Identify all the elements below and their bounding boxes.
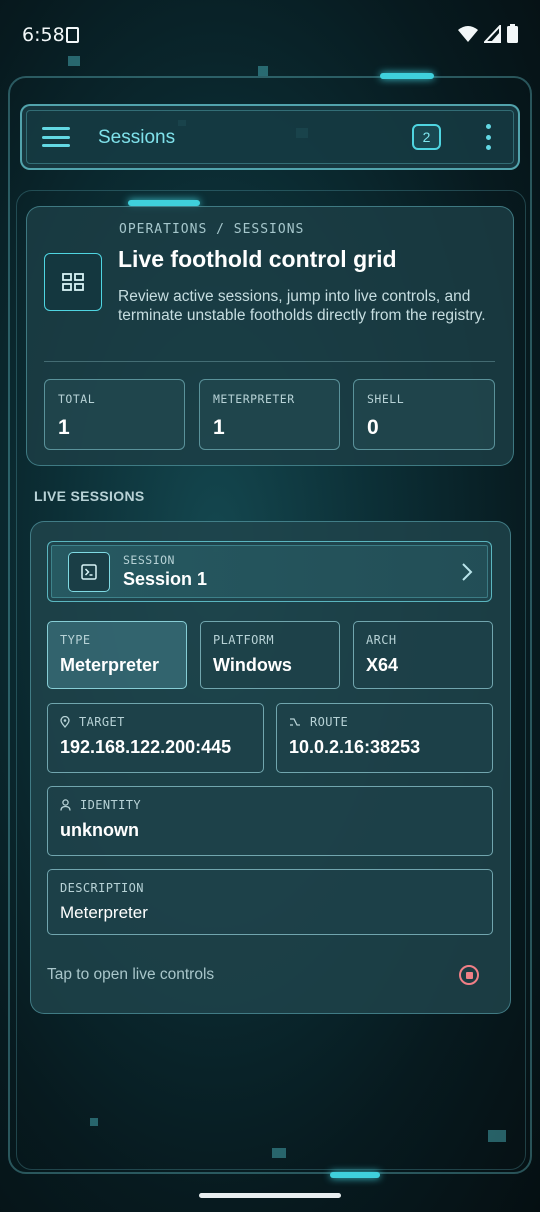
home-indicator[interactable] xyxy=(199,1193,341,1198)
stop-session-button[interactable] xyxy=(459,965,479,985)
frame-glow-accent xyxy=(330,1172,380,1178)
identity-label: IDENTITY xyxy=(80,798,141,812)
session-count-badge[interactable]: 2 xyxy=(412,124,441,150)
target-field: TARGET 192.168.122.200:445 xyxy=(47,703,264,773)
field-value: Meterpreter xyxy=(60,655,160,675)
identity-field: IDENTITY unknown xyxy=(47,786,493,856)
route-field: ROUTE 10.0.2.16:38253 xyxy=(276,703,493,773)
route-label: ROUTE xyxy=(310,715,349,729)
field-label: TARGET xyxy=(60,715,125,729)
stat-meterpreter: METERPRETER 1 xyxy=(199,379,340,450)
field-label: ROUTE xyxy=(289,715,348,729)
stop-icon xyxy=(465,971,473,979)
status-time: 6:58 xyxy=(22,24,65,46)
background-pixel xyxy=(488,1130,506,1142)
field-value: unknown xyxy=(60,820,139,840)
field-label: PLATFORM xyxy=(213,633,274,647)
field-value: Windows xyxy=(213,655,292,675)
stat-value: 1 xyxy=(213,416,225,439)
more-vert-icon[interactable] xyxy=(480,124,496,150)
stat-value: 1 xyxy=(58,416,70,439)
app-bar-title: Sessions xyxy=(98,127,176,148)
top-app-bar xyxy=(20,104,520,170)
field-label: DESCRIPTION xyxy=(60,881,144,895)
target-label: TARGET xyxy=(79,715,125,729)
sim-card-icon xyxy=(66,27,79,43)
status-bar: 6:58 xyxy=(0,0,540,70)
type-field: TYPE Meterpreter xyxy=(47,621,187,689)
section-label: LIVE SESSIONS xyxy=(34,488,145,504)
platform-field: PLATFORM Windows xyxy=(200,621,340,689)
page-description: Review active sessions, jump into live c… xyxy=(118,288,486,324)
field-value: 192.168.122.200:445 xyxy=(60,737,232,757)
open-controls-hint: Tap to open live controls xyxy=(47,966,215,983)
field-label: IDENTITY xyxy=(60,798,141,812)
location-pin-icon xyxy=(60,716,70,728)
battery-icon xyxy=(507,24,518,43)
stat-label: SHELL xyxy=(367,392,405,406)
hamburger-menu-icon[interactable] xyxy=(42,125,70,149)
page-title: Live foothold control grid xyxy=(118,246,397,272)
background-pixel xyxy=(90,1118,98,1126)
session-header[interactable] xyxy=(47,541,492,602)
terminal-icon xyxy=(68,552,110,592)
field-label: TYPE xyxy=(60,633,91,647)
field-value: X64 xyxy=(366,655,399,675)
stat-total: TOTAL 1 xyxy=(44,379,185,450)
session-name: Session 1 xyxy=(123,569,208,589)
wifi-icon xyxy=(458,25,478,42)
route-icon xyxy=(290,718,300,726)
background-pixel xyxy=(272,1148,286,1158)
breadcrumb: OPERATIONS / SESSIONS xyxy=(119,222,305,237)
arch-field: ARCH X64 xyxy=(353,621,493,689)
divider xyxy=(44,361,495,362)
chevron-right-icon[interactable] xyxy=(458,560,476,584)
stat-value: 0 xyxy=(367,416,379,439)
stat-label: METERPRETER xyxy=(213,392,295,406)
session-kicker: SESSION xyxy=(123,553,175,567)
stat-label: TOTAL xyxy=(58,392,96,406)
stat-shell: SHELL 0 xyxy=(353,379,495,450)
signal-icon xyxy=(484,24,501,43)
frame-glow-accent xyxy=(380,73,434,79)
field-label: ARCH xyxy=(366,633,397,647)
person-icon xyxy=(60,799,71,811)
status-icons xyxy=(458,24,518,43)
description-field: DESCRIPTION Meterpreter xyxy=(47,869,493,935)
grid-icon xyxy=(44,253,102,311)
field-value: 10.0.2.16:38253 xyxy=(289,737,421,757)
field-value: Meterpreter xyxy=(60,903,148,922)
